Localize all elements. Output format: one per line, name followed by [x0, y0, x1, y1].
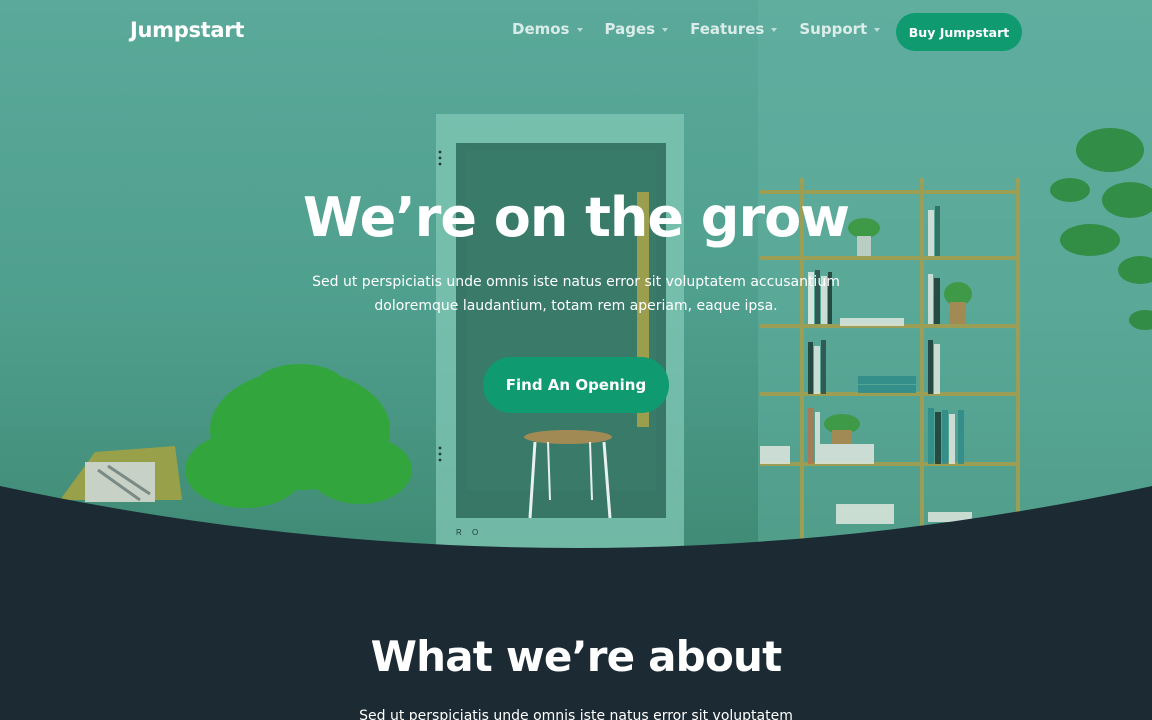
section-curve-divider [0, 486, 1152, 570]
caret-down-icon [662, 28, 669, 32]
nav-item-label: Support [799, 20, 868, 38]
nav-item-label: Pages [604, 20, 656, 38]
hero-title: We’re on the grow [302, 186, 850, 249]
caret-down-icon [576, 28, 583, 32]
find-an-opening-button[interactable]: Find An Opening [483, 357, 669, 413]
nav-item-support[interactable]: Support [799, 20, 881, 38]
nav-item-demos[interactable]: Demos [512, 20, 583, 38]
about-title: What we’re about [370, 632, 783, 681]
nav-item-label: Features [690, 20, 765, 38]
page: R O Jumpstart Demos Pages Features Suppo… [0, 0, 1152, 720]
caret-down-icon [874, 28, 881, 32]
nav-item-pages[interactable]: Pages [605, 20, 669, 38]
top-navbar: Jumpstart Demos Pages Features Support B… [0, 0, 1152, 64]
nav-item-label: Demos [512, 20, 570, 38]
buy-jumpstart-button[interactable]: Buy Jumpstart [896, 13, 1022, 51]
nav-menu: Demos Pages Features Support [512, 20, 881, 38]
hero-subtitle: Sed ut perspiciatis unde omnis iste natu… [312, 274, 840, 314]
brand-logo[interactable]: Jumpstart [130, 18, 244, 42]
about-subtitle: Sed ut perspiciatis unde omnis iste natu… [359, 708, 793, 720]
caret-down-icon [771, 28, 778, 32]
nav-item-features[interactable]: Features [690, 20, 778, 38]
